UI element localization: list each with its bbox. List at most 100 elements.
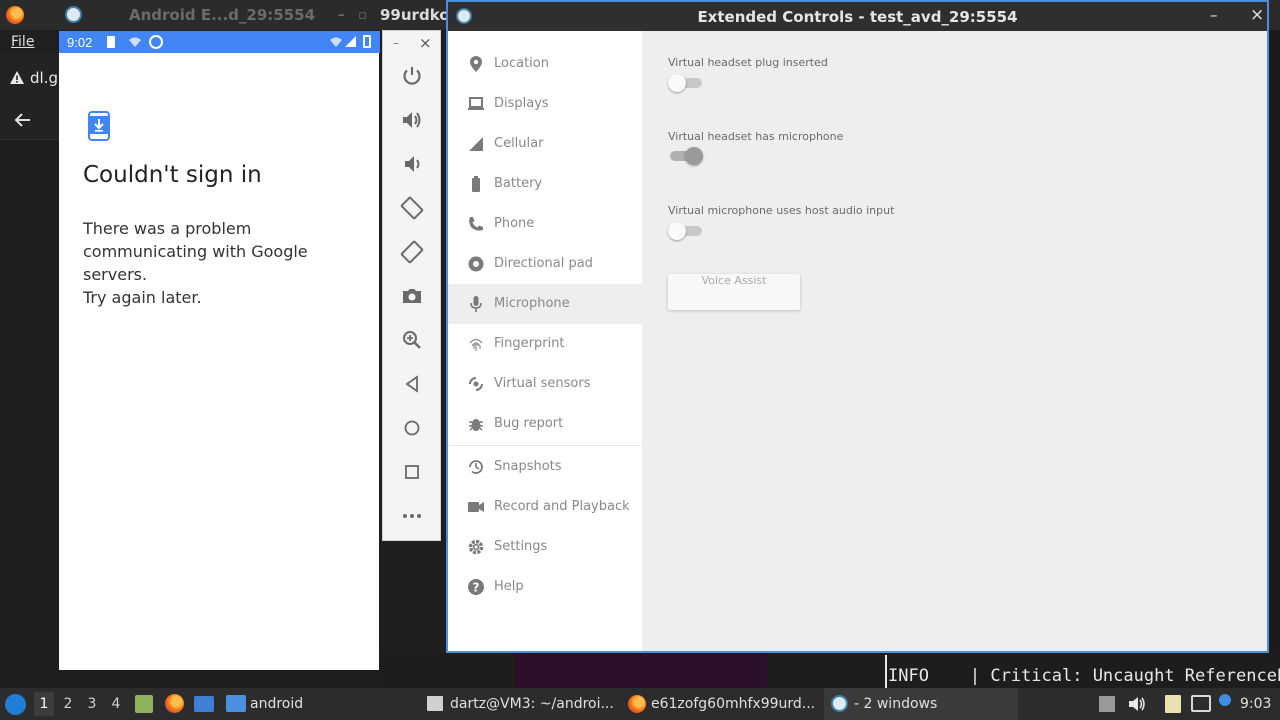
host-audio-label: Virtual microphone uses host audio input [668,204,895,217]
background-window-controls: – ▫ [338,8,367,23]
extended-controls-window: Extended Controls - test_avd_29:5554 – ×… [446,0,1269,653]
emulator-task-icon [831,695,848,712]
nav-label: Displays [494,96,549,111]
nav-item-phone[interactable]: Phone [448,204,642,244]
workspace-1[interactable]: 1 [34,692,54,716]
nav-label: Location [494,56,549,71]
workspace-4[interactable]: 4 [106,696,126,712]
background-tab-title: 99urdko [380,6,450,24]
back-icon[interactable] [400,372,424,396]
cell-status-icon [344,35,357,51]
emulator-close-button[interactable]: × [419,34,432,52]
firefox-launcher-icon[interactable] [165,694,184,713]
gear-icon [466,537,486,557]
nav-label: Help [494,579,524,594]
nav-item-location[interactable]: Location [448,44,642,84]
volume-icon[interactable] [1127,695,1147,718]
tray-eject-icon[interactable] [1099,696,1115,712]
phone-icon [466,214,486,234]
help-icon: ? [466,577,486,597]
host-audio-toggle[interactable] [668,221,704,241]
nav-label: Bug report [494,416,564,431]
clipboard-icon[interactable] [1165,695,1181,713]
taskbar: 1 2 3 4 android dartz@VM3: ~/androi... e… [0,688,1280,720]
nav-label: Microphone [494,296,570,311]
emulator-toolbar: – × [382,30,441,541]
nav-item-virtual-sensors[interactable]: Virtual sensors [448,364,642,404]
signal-icon [466,134,486,154]
task-folder-label[interactable]: android [250,696,303,712]
home-icon[interactable] [400,416,424,440]
network-icon[interactable] [1191,695,1211,712]
volume-down-icon[interactable] [400,152,424,176]
taskbar-clock[interactable]: 9:03 [1240,696,1271,712]
microphone-icon [466,294,486,314]
battery-status-icon [363,35,371,48]
nav-label: Cellular [494,136,544,151]
nav-label: Settings [494,539,548,554]
rotate-right-icon[interactable] [400,240,424,264]
firefox-icon [6,6,24,24]
headset-mic-toggle[interactable] [668,146,704,166]
wifi-status-icon [128,35,142,52]
zoom-icon[interactable] [400,328,424,352]
task-emulator[interactable]: - 2 windows [824,688,1018,720]
background-tab-label[interactable]: dl.g [30,69,58,87]
emulator-minimize-button[interactable]: – [393,36,399,50]
task-browser-label[interactable]: e61zofg60mhfx99urd... [651,696,815,712]
background-tab-row: dl.g [0,55,60,100]
battery-icon [466,174,486,194]
headset-plug-label: Virtual headset plug inserted [668,56,828,69]
rotate-left-icon[interactable] [400,196,424,220]
nav-item-bug-report[interactable]: Bug report [448,404,642,444]
more-icon[interactable] [400,504,424,528]
nav-label: Battery [494,176,543,191]
history-icon [466,457,486,477]
fingerprint-icon [466,334,486,354]
nav-item-settings[interactable]: Settings [448,527,642,567]
file-menu[interactable]: File [11,34,34,50]
start-menu-icon[interactable] [5,694,26,715]
overview-icon[interactable] [400,460,424,484]
nav-item-help[interactable]: ? Help [448,567,642,607]
nav-item-fingerprint[interactable]: Fingerprint [448,324,642,364]
task-emulator-label: - 2 windows [854,696,938,712]
window-minimize-button[interactable]: – [1210,6,1218,24]
voice-assist-button[interactable]: Voice Assist [668,274,800,310]
workspace-3[interactable]: 3 [82,696,102,712]
nav-item-cellular[interactable]: Cellular [448,124,642,164]
nav-item-battery[interactable]: Battery [448,164,642,204]
warning-icon [9,70,25,91]
workspace-2[interactable]: 2 [58,696,78,712]
location-pin-icon [466,54,486,74]
nav-item-displays[interactable]: Displays [448,84,642,124]
background-window-title: Android E...d_29:5554 [129,6,316,24]
sensors-icon [466,374,486,394]
volume-up-icon[interactable] [400,108,424,132]
nav-item-record-playback[interactable]: Record and Playback [448,487,642,527]
nav-item-snapshots[interactable]: Snapshots [448,447,642,487]
headset-mic-label: Virtual headset has microphone [668,130,844,143]
background-menubar: File [0,30,60,55]
status-time: 9:02 [67,35,93,50]
back-arrow-icon[interactable] [14,111,32,134]
sync-status-icon [149,35,163,49]
window-close-button[interactable]: × [1250,5,1264,25]
nav-label: Fingerprint [494,336,565,351]
file-manager-icon[interactable] [135,695,153,713]
dpad-icon [466,254,486,274]
sim-icon [107,36,115,48]
firefox-task-icon [628,695,646,713]
nav-item-directional-pad[interactable]: Directional pad [448,244,642,284]
sign-in-retry-text: Try again later. [83,288,202,307]
svg-text:?: ? [473,581,480,595]
notification-icon[interactable] [1219,694,1231,706]
desktop-icon[interactable] [194,696,214,712]
nav-item-microphone[interactable]: Microphone [448,284,642,324]
task-terminal-label[interactable]: dartz@VM3: ~/androi... [450,696,614,712]
headset-plug-toggle[interactable] [668,73,704,93]
camera-icon[interactable] [400,284,424,308]
terminal-icon [427,696,443,711]
power-icon[interactable] [400,64,424,88]
extended-controls-title: Extended Controls - test_avd_29:5554 [697,8,1018,26]
